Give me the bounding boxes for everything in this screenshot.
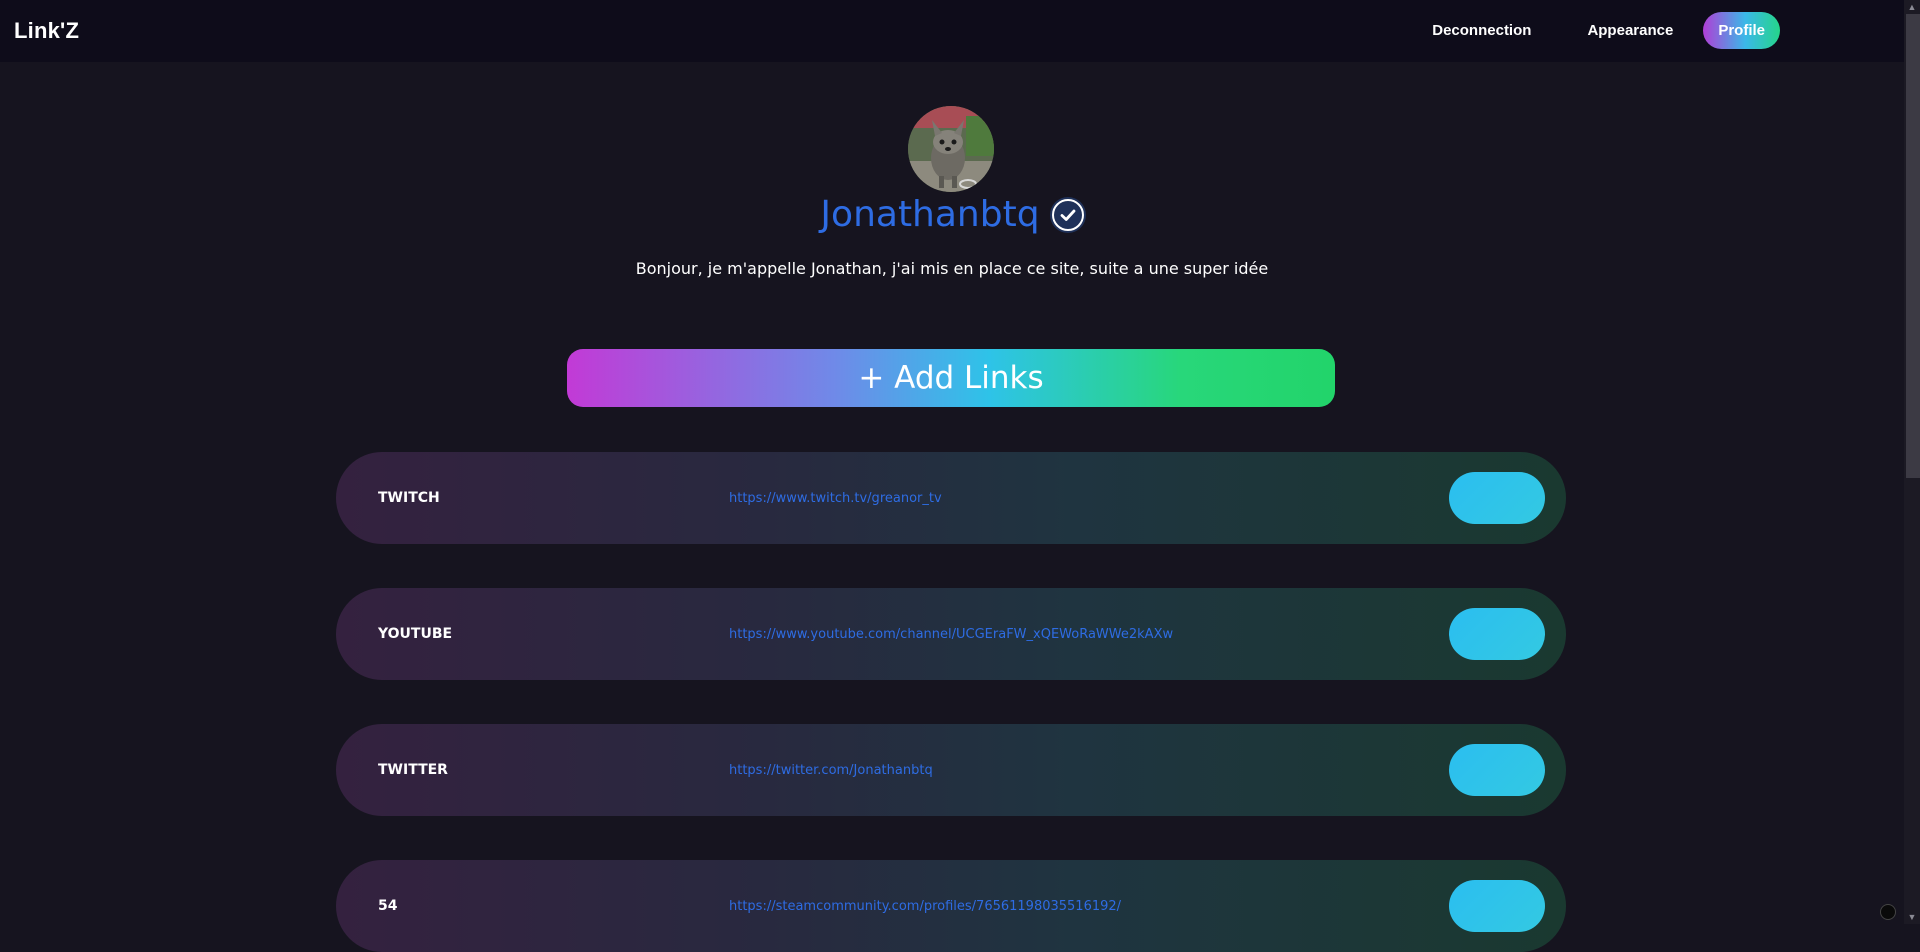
appearance-link[interactable]: Appearance — [1565, 13, 1695, 48]
link-action-button[interactable] — [1449, 744, 1545, 796]
scrollbar-thumb[interactable] — [1906, 14, 1920, 478]
nav-links: Deconnection Appearance Profile — [1398, 12, 1780, 49]
avatar-dog-image — [908, 106, 994, 192]
profile-button[interactable]: Profile — [1703, 12, 1780, 49]
corner-widget-icon[interactable] — [1880, 904, 1896, 920]
link-name: TWITTER — [378, 762, 448, 778]
verified-badge-icon — [1051, 198, 1084, 231]
vertical-scrollbar[interactable]: ▲ ▼ — [1904, 0, 1920, 924]
link-action-button[interactable] — [1449, 880, 1545, 932]
brand-logo[interactable]: Link'Z — [14, 18, 79, 44]
link-name: 54 — [378, 898, 398, 914]
link-card: TWITTER https://twitter.com/Jonathanbtq — [336, 724, 1566, 816]
avatar — [908, 106, 994, 192]
link-url[interactable]: https://www.youtube.com/channel/UCGEraFW… — [729, 588, 1173, 680]
scroll-up-arrow-icon[interactable]: ▲ — [1907, 2, 1917, 12]
add-links-button[interactable]: + Add Links — [567, 349, 1335, 407]
username-row: Jonathanbtq — [0, 194, 1904, 235]
link-name: YOUTUBE — [378, 626, 453, 642]
link-card: YOUTUBE https://www.youtube.com/channel/… — [336, 588, 1566, 680]
bio-text: Bonjour, je m'appelle Jonathan, j'ai mis… — [635, 259, 1269, 278]
scroll-down-arrow-icon[interactable]: ▼ — [1907, 912, 1917, 922]
link-action-button[interactable] — [1449, 608, 1545, 660]
link-name: TWITCH — [378, 490, 440, 506]
link-url[interactable]: https://steamcommunity.com/profiles/7656… — [729, 860, 1121, 952]
link-url[interactable]: https://www.twitch.tv/greanor_tv — [729, 452, 942, 544]
link-card: TWITCH https://www.twitch.tv/greanor_tv — [336, 452, 1566, 544]
username: Jonathanbtq — [820, 194, 1040, 235]
deconnection-link[interactable]: Deconnection — [1410, 13, 1553, 48]
link-action-button[interactable] — [1449, 472, 1545, 524]
link-url[interactable]: https://twitter.com/Jonathanbtq — [729, 724, 933, 816]
link-card: 54 https://steamcommunity.com/profiles/7… — [336, 860, 1566, 952]
top-navbar: Link'Z Deconnection Appearance Profile — [0, 0, 1904, 62]
